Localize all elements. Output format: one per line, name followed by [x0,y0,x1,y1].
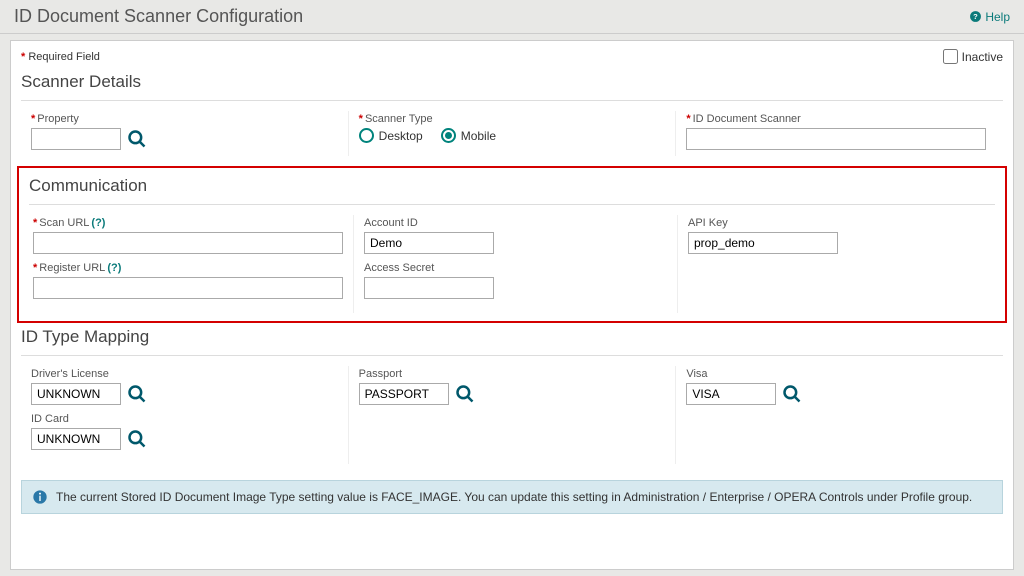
form-panel: * Required Field Inactive Scanner Detail… [10,40,1014,570]
communication-title: Communication [23,172,1001,202]
divider [21,100,1003,101]
property-col: *Property [21,111,349,156]
info-icon [32,489,48,505]
scanner-details-title: Scanner Details [11,68,1013,98]
passport-search-button[interactable] [455,384,475,404]
divider [21,355,1003,356]
mapping-col-1: Driver's License ID Card [21,366,349,464]
search-icon [127,384,147,404]
required-field-legend: * Required Field [21,51,100,63]
scanner-type-desktop-radio[interactable]: Desktop [359,128,423,143]
property-input[interactable] [31,128,121,150]
page-title: ID Document Scanner Configuration [14,6,303,27]
mobile-label: Mobile [461,129,496,143]
id-scanner-label: *ID Document Scanner [686,113,993,125]
scanner-type-mobile-radio[interactable]: Mobile [441,128,496,143]
id-card-label: ID Card [31,413,338,425]
drivers-license-search-button[interactable] [127,384,147,404]
inactive-label: Inactive [962,50,1003,64]
help-label: Help [985,10,1010,24]
comm-col-3: API Key [678,215,1001,313]
communication-section: Communication *Scan URL(?) *Register URL… [17,166,1007,323]
id-scanner-input[interactable] [686,128,986,150]
id-scanner-col: *ID Document Scanner [676,111,1003,156]
register-url-input[interactable] [33,277,343,299]
property-label: *Property [31,113,338,125]
mapping-col-3: Visa [676,366,1003,464]
divider [29,204,995,205]
desktop-label: Desktop [379,129,423,143]
search-icon [127,129,147,149]
comm-col-2: Account ID Access Secret [354,215,678,313]
drivers-license-label: Driver's License [31,368,338,380]
legend-row: * Required Field Inactive [11,41,1013,68]
api-key-input[interactable] [688,232,838,254]
visa-label: Visa [686,368,993,380]
mapping-col-2: Passport [349,366,677,464]
scanner-type-col: *Scanner Type Desktop Mobile [349,111,677,156]
visa-input[interactable] [686,383,776,405]
scan-url-label: *Scan URL(?) [33,217,343,229]
passport-label: Passport [359,368,666,380]
search-icon [782,384,802,404]
property-search-button[interactable] [127,129,147,149]
drivers-license-input[interactable] [31,383,121,405]
inactive-checkbox[interactable] [943,49,958,64]
scanner-details-section: *Property *Scanner Type Desktop Mobile [11,111,1013,166]
account-id-label: Account ID [364,217,667,229]
search-icon [127,429,147,449]
register-url-label: *Register URL(?) [33,262,343,274]
info-text: The current Stored ID Document Image Typ… [56,490,972,504]
register-url-help-icon[interactable]: (?) [107,262,121,274]
help-icon: ? [969,10,982,23]
scanner-type-label: *Scanner Type [359,113,666,125]
access-secret-input[interactable] [364,277,494,299]
comm-col-1: *Scan URL(?) *Register URL(?) [23,215,354,313]
account-id-input[interactable] [364,232,494,254]
passport-input[interactable] [359,383,449,405]
id-card-search-button[interactable] [127,429,147,449]
id-card-input[interactable] [31,428,121,450]
inactive-checkbox-wrap[interactable]: Inactive [943,49,1003,64]
scan-url-help-icon[interactable]: (?) [91,217,105,229]
visa-search-button[interactable] [782,384,802,404]
svg-text:?: ? [973,12,978,21]
info-banner: The current Stored ID Document Image Typ… [21,480,1003,514]
search-icon [455,384,475,404]
page-header: ID Document Scanner Configuration ? Help [0,0,1024,34]
id-type-mapping-section: Driver's License ID Card Passport [11,366,1013,474]
api-key-label: API Key [688,217,991,229]
scan-url-input[interactable] [33,232,343,254]
id-type-mapping-title: ID Type Mapping [11,323,1013,353]
help-link[interactable]: ? Help [969,10,1010,24]
access-secret-label: Access Secret [364,262,667,274]
